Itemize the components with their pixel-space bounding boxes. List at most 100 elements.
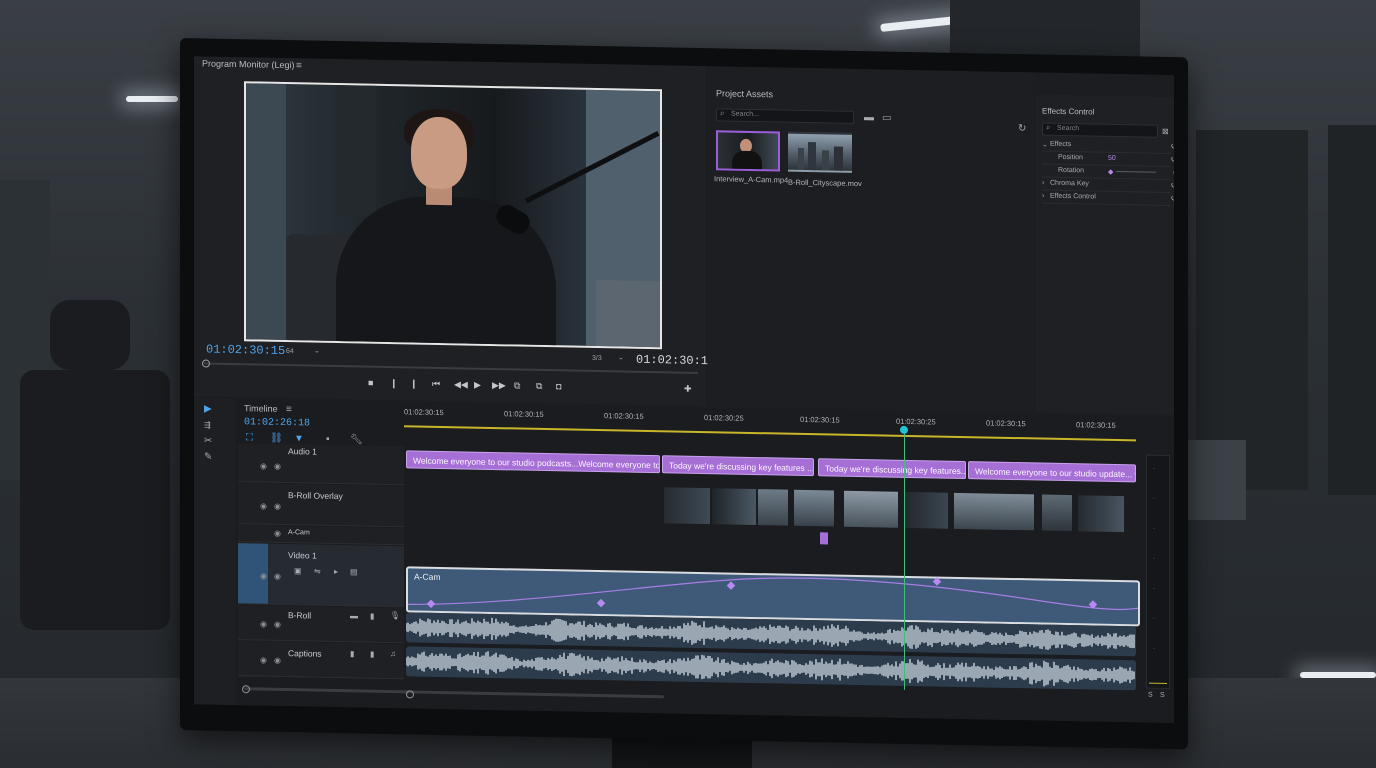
monitor: Program Monitor (Legi) ≡ 01:02:30:15 64 … bbox=[180, 38, 1188, 750]
hamburger-icon[interactable]: ≡ bbox=[286, 404, 292, 415]
insert-icon[interactable]: ⧉ bbox=[514, 380, 520, 391]
selection-tool-icon[interactable]: ▶ bbox=[204, 403, 212, 414]
speaker-icon[interactable]: ▮ bbox=[370, 650, 374, 660]
scrub-handle[interactable] bbox=[202, 359, 210, 368]
ceiling-light bbox=[126, 96, 178, 102]
project-assets-panel: Project Assets ⌕ Search... ▬ ▭ ↻ Intervi… bbox=[708, 66, 1034, 413]
refresh-icon[interactable]: ↻ bbox=[1018, 123, 1026, 134]
asset-thumbnail[interactable] bbox=[788, 131, 852, 173]
sync-lock-icon[interactable]: ⇋ bbox=[314, 567, 321, 577]
asset-name[interactable]: B-Roll_Cityscape.mov bbox=[788, 178, 862, 188]
solo-icon[interactable]: S bbox=[1148, 691, 1153, 701]
add-marker-icon[interactable]: ▼ bbox=[294, 433, 304, 444]
reset-icon[interactable]: ○ bbox=[1173, 167, 1174, 177]
marker[interactable] bbox=[820, 532, 828, 545]
effects-search-input[interactable]: ⌕ Search bbox=[1042, 122, 1158, 138]
headphones-icon[interactable]: ♫ bbox=[390, 649, 396, 659]
playhead-line[interactable] bbox=[904, 429, 905, 690]
speaker-icon[interactable]: ▮ bbox=[370, 612, 374, 622]
eye-icon[interactable]: ◉ bbox=[260, 462, 267, 471]
track-header-captions[interactable]: ◉ ◉ Captions ▮ ▮ ♫ bbox=[238, 641, 404, 680]
rotation-slider[interactable] bbox=[1116, 170, 1156, 173]
folder-icon[interactable]: ▬ bbox=[864, 112, 874, 123]
linked-selection-icon[interactable]: ⛓ bbox=[270, 433, 283, 444]
track-header-video-1[interactable]: ◉ ◉ Video 1 ▣ ⇋ ▸ ▤ bbox=[238, 543, 404, 608]
eye-icon[interactable]: ◉ bbox=[260, 656, 267, 665]
step-back-icon[interactable]: ◀◀ bbox=[454, 379, 468, 390]
mark-in-icon[interactable]: ❙ bbox=[390, 378, 398, 389]
asset-name[interactable]: Interview_A-Cam.mp4 bbox=[714, 174, 788, 184]
eye-icon[interactable]: ◉ bbox=[274, 462, 281, 471]
zoom-handle[interactable] bbox=[406, 690, 414, 699]
microphone-icon[interactable]: 🎙︎ bbox=[390, 611, 400, 621]
b-roll-thumbnail bbox=[664, 487, 710, 525]
track-header-audio-1[interactable]: ◉ ◉ Audio 1 bbox=[238, 443, 404, 486]
eye-icon[interactable]: ◉ bbox=[274, 502, 281, 511]
eye-icon[interactable]: ◉ bbox=[274, 620, 281, 629]
toggle-output-icon[interactable]: ▣ bbox=[294, 566, 302, 576]
mark-out-icon[interactable]: ❙ bbox=[410, 378, 418, 389]
eye-icon[interactable]: ◉ bbox=[274, 529, 281, 538]
zoom-level-select[interactable]: 64 bbox=[286, 348, 294, 355]
eye-icon[interactable]: ◉ bbox=[260, 502, 267, 511]
office-chair bbox=[20, 370, 170, 630]
eye-icon[interactable]: ◉ bbox=[260, 572, 267, 581]
meter-level bbox=[1149, 682, 1167, 684]
hamburger-icon[interactable]: ≡ bbox=[296, 60, 302, 71]
track-header-a-cam[interactable]: ◉ A-Cam bbox=[238, 525, 404, 546]
go-to-start-icon[interactable]: ⏮ bbox=[432, 379, 440, 390]
speaker-icon[interactable]: ▮ bbox=[350, 649, 354, 659]
eye-icon[interactable]: ◉ bbox=[274, 572, 281, 581]
asset-thumbnail[interactable] bbox=[716, 130, 780, 172]
overwrite-icon[interactable]: ⧉ bbox=[536, 381, 542, 392]
eye-icon[interactable]: ◉ bbox=[274, 656, 281, 665]
timeline-timecode: 01:02:26:18 bbox=[244, 417, 311, 430]
quality-select[interactable]: 3/3 bbox=[592, 355, 602, 362]
track-header-b-roll-overlay[interactable]: ◉ ◉ B-Roll Overlay bbox=[238, 483, 404, 528]
forward-icon[interactable]: ▸ bbox=[334, 567, 338, 577]
assets-search-input[interactable]: ⌕ Search... bbox=[716, 108, 854, 124]
reset-icon[interactable]: ↺ bbox=[1170, 141, 1174, 152]
playhead-handle[interactable] bbox=[900, 425, 908, 434]
ruler-label: 01:02:30:15 bbox=[800, 414, 840, 425]
position-value[interactable]: 50 bbox=[1108, 155, 1116, 162]
thumb-building bbox=[808, 142, 816, 171]
add-button-icon[interactable]: ✚ bbox=[684, 384, 692, 395]
scrub-bar[interactable] bbox=[204, 362, 698, 374]
keyframe-icon[interactable]: ◆ bbox=[1108, 168, 1113, 176]
snap-icon[interactable]: ⛶ bbox=[246, 432, 253, 443]
folder-icon[interactable]: ▬ bbox=[350, 611, 358, 621]
chevron-down-icon[interactable]: ⌄ bbox=[314, 347, 320, 357]
eye-icon[interactable]: ◉ bbox=[260, 620, 267, 629]
razor-tool-icon[interactable]: ✂ bbox=[204, 435, 212, 446]
effects-row-effects-control[interactable]: › Effects Control ↺ bbox=[1042, 190, 1174, 207]
new-bin-icon[interactable]: ▭ bbox=[882, 112, 891, 123]
reset-icon[interactable]: ↺ bbox=[1170, 154, 1174, 165]
stop-icon[interactable]: ■ bbox=[368, 378, 373, 388]
track-select-icon[interactable]: ⇶ bbox=[204, 420, 211, 430]
settings-icon[interactable]: ▪ bbox=[326, 434, 330, 445]
caption-clip[interactable]: Today we're discussing key features... bbox=[818, 458, 966, 480]
office-chair-back bbox=[50, 300, 130, 370]
reset-icon[interactable]: ↺ bbox=[1170, 180, 1174, 191]
track-lock-icon[interactable]: ▤ bbox=[350, 567, 358, 577]
scroll-handle[interactable] bbox=[242, 685, 250, 694]
program-viewer[interactable] bbox=[244, 81, 662, 350]
track-header-b-roll[interactable]: ◉ ◉ B-Roll ▬ ▮ 🎙︎ bbox=[238, 605, 404, 644]
play-icon[interactable]: ▶ bbox=[474, 380, 481, 391]
reset-icon[interactable]: ↺ bbox=[1170, 193, 1174, 204]
panel-menu-icon[interactable]: ⊠ bbox=[1162, 127, 1169, 137]
caption-clip[interactable]: Today we're discussing key features ... bbox=[662, 455, 814, 477]
speaker-face bbox=[411, 116, 467, 190]
chevron-down-icon[interactable]: ⌄ bbox=[618, 353, 624, 363]
b-roll-thumbnail bbox=[904, 491, 948, 529]
b-roll-thumbnail bbox=[1078, 495, 1124, 533]
wrench-icon[interactable]: 🔧︎ bbox=[350, 434, 363, 445]
caption-clip[interactable]: Welcome everyone to our studio update...… bbox=[968, 461, 1136, 483]
effects-panel: Effects Control ⌕ Search ⊠ ⌄ Effects ↺ P… bbox=[1036, 94, 1174, 416]
b-roll-thumbnail bbox=[844, 490, 898, 528]
solo-icon[interactable]: S bbox=[1160, 691, 1165, 701]
step-forward-icon[interactable]: ▶▶ bbox=[492, 380, 506, 391]
export-frame-icon[interactable]: ◘ bbox=[556, 381, 561, 391]
pen-tool-icon[interactable]: ✎ bbox=[204, 451, 212, 462]
